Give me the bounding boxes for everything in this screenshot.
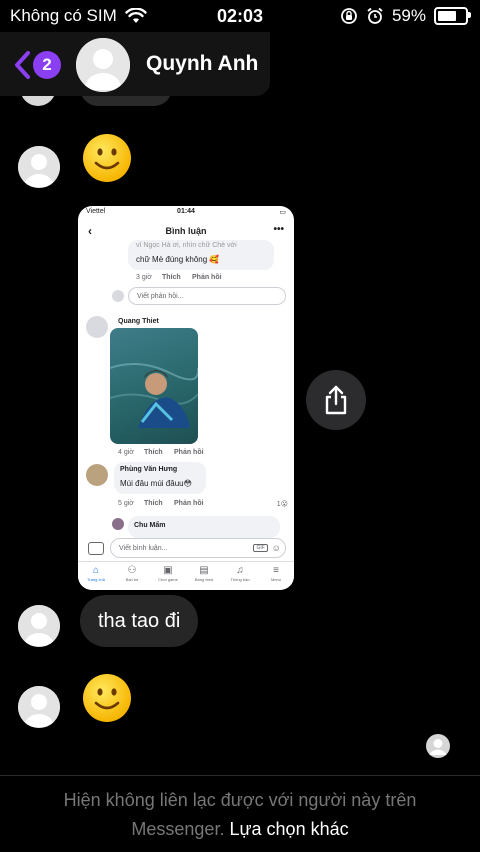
share-button[interactable] [306,370,366,430]
screenshot-camera-icon [88,542,104,555]
message-text: tha tao đi [98,609,181,632]
screenshot-comment-input: Viết bình luận... GIF ☺ [110,538,286,558]
screenshot-tab-gaming: ▣ Chơi game [158,565,178,582]
sender-avatar[interactable] [18,686,60,728]
screenshot-commenter2-avatar [86,464,108,486]
shared-screenshot-image[interactable]: Viettel 01:44 ▭ ‹ Bình luận ••• ví Ngọc … [78,206,294,590]
screenshot-commenter3-avatar [112,518,124,530]
screenshot-battery-icon: ▭ [279,209,286,216]
sender-avatar[interactable] [18,146,60,188]
screenshot-title: Bình luận [165,226,207,236]
smile-emoji-icon[interactable] [82,673,132,723]
screenshot-tab-bar: ⌂ Trang chủ ⚇ Bạn bè ▣ Chơi game ▤ Bảng feed… [78,561,294,590]
screenshot-tab-home: ⌂ Trang chủ [87,565,105,582]
sender-avatar[interactable] [18,605,60,647]
rotation-lock-icon [341,8,357,24]
screenshot-tab-friends: ⚇ Bạn bè [125,565,139,582]
chat-header: 2 Quynh Anh [0,32,270,96]
footer-divider [0,775,480,776]
unread-badge[interactable]: 2 [33,51,61,79]
screenshot-reply-avatar [112,290,124,302]
screenshot-gif-icon: GIF [253,544,268,552]
default-avatar-icon [18,146,60,188]
read-receipt-avatar [426,734,450,758]
default-avatar-icon [76,38,130,92]
screenshot-comment2: Phùng Văn Hưng Múi đâu múi đâuu😳 [114,462,206,494]
photo-content-icon [110,363,198,428]
message-bubble[interactable]: tha tao đi [80,595,199,647]
battery-percent: 59% [391,6,426,25]
screenshot-status-bar: Viettel 01:44 ▭ [78,206,294,218]
default-avatar-icon [18,605,60,647]
other-options-link[interactable]: Lựa chọn khác [229,819,348,839]
screenshot-comment-photo [110,328,198,444]
alarm-icon [367,7,383,24]
default-avatar-icon [18,686,60,728]
unavailable-notice: Hiện không liên lạc được với người này t… [30,786,450,844]
screenshot-tab-menu: ≡ Menu [270,565,281,582]
back-chevron-icon[interactable] [12,50,32,80]
contact-avatar[interactable] [76,38,130,92]
screenshot-reply-input: Viết phản hồi... [128,287,286,305]
contact-name[interactable]: Quynh Anh [146,52,258,76]
status-bar: Không có SIM 02:03 59% [0,0,480,32]
share-icon [325,385,347,415]
screenshot-emoji-icon: ☺ [271,543,281,553]
battery-level [438,11,456,21]
screenshot-comment3: Chu Mẩm [128,516,280,538]
screenshot-commenter-avatar [86,316,108,338]
battery-icon [434,7,471,25]
screenshot-time: 01:44 [177,208,195,215]
status-right: 59% [340,6,471,26]
screenshot-top-comment: ví Ngọc Hà ơi, nhìn chữ Chè với chữ Mè đ… [128,240,274,270]
smile-emoji-icon[interactable] [82,133,132,183]
screenshot-tab-feed: ▤ Bảng feed [194,565,214,582]
screenshot-more-icon: ••• [273,224,284,235]
screenshot-tab-notifications: ♫ Thông báo [230,565,250,582]
